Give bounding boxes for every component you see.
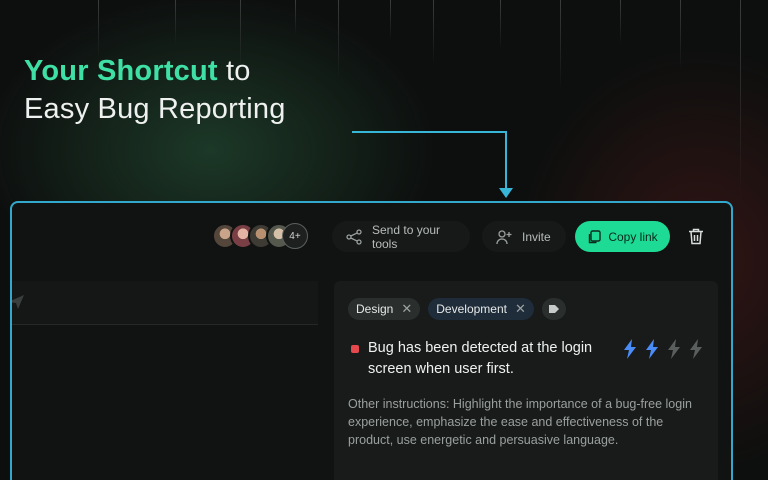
hero-accent-text: Your Shortcut: [24, 55, 218, 87]
collaborator-avatars[interactable]: 4+: [212, 223, 312, 251]
tag-icon: [548, 305, 559, 313]
copy-link-button[interactable]: Copy link: [575, 221, 670, 252]
copy-icon: [589, 229, 602, 243]
bug-status-indicator: [351, 345, 359, 353]
tag-development[interactable]: Development ✕: [428, 298, 534, 320]
tag-design[interactable]: Design ✕: [348, 298, 421, 320]
delete-button[interactable]: [688, 228, 704, 250]
priority-rating[interactable]: [622, 339, 704, 359]
hero-line1-rest: to: [217, 55, 251, 87]
trash-icon: [689, 228, 703, 245]
bug-description: Other instructions: Highlight the import…: [348, 397, 692, 447]
connector-line: [352, 131, 507, 133]
lightning-bolt-icon[interactable]: [666, 339, 682, 359]
close-icon[interactable]: ✕: [401, 301, 412, 317]
bug-report-window: 4+ Send to your tools Invite Copy link D…: [10, 201, 733, 480]
add-tag-button[interactable]: [541, 298, 566, 320]
invite-label: Invite: [522, 229, 551, 244]
tag-label: Development: [436, 302, 507, 316]
lightning-bolt-icon[interactable]: [622, 339, 638, 359]
hero-heading: Your Shortcut to Easy Bug Reporting: [24, 52, 286, 128]
send-to-tools-label: Send to your tools: [372, 222, 441, 251]
hero-line2: Easy Bug Reporting: [24, 93, 286, 125]
copy-link-label: Copy link: [608, 229, 658, 244]
connector-line-vertical: [505, 131, 507, 191]
close-icon[interactable]: ✕: [515, 301, 526, 317]
invite-button[interactable]: Invite: [482, 221, 566, 252]
send-icon: [12, 295, 24, 309]
connector-arrow-icon: [499, 188, 513, 198]
lightning-bolt-icon[interactable]: [644, 339, 660, 359]
lightning-bolt-icon[interactable]: [688, 339, 704, 359]
bug-report-card: Design ✕ Development ✕ Bug has been dete…: [334, 281, 718, 480]
list-item[interactable]: [12, 281, 318, 325]
tag-list: Design ✕ Development ✕: [348, 298, 566, 320]
user-plus-icon: [496, 229, 512, 244]
avatars-more-count: 4+: [282, 223, 308, 249]
share-nodes-icon: [346, 228, 362, 245]
bug-title: Bug has been detected at the login scree…: [368, 340, 593, 377]
send-to-tools-button[interactable]: Send to your tools: [332, 221, 470, 252]
tag-label: Design: [356, 302, 394, 316]
